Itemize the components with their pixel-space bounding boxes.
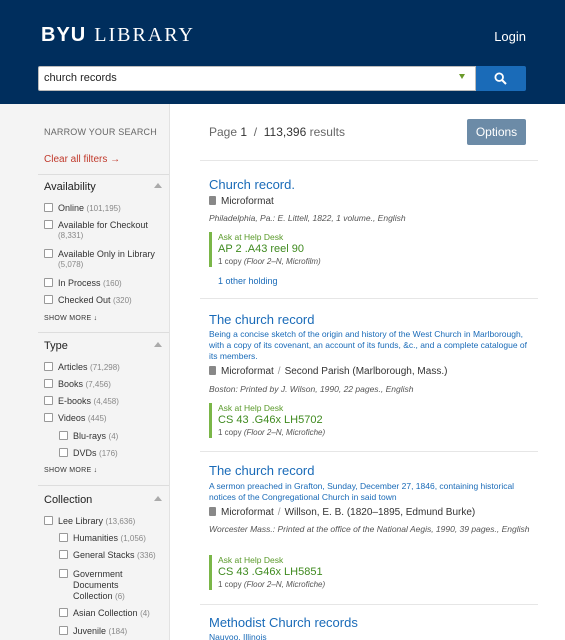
show-more-availability[interactable]: SHOW MORE ↓ <box>44 315 97 322</box>
checkbox[interactable] <box>44 379 53 388</box>
checkbox[interactable] <box>44 220 53 229</box>
divider <box>38 485 169 486</box>
logo-byu: BYU <box>41 24 87 46</box>
result-publication: Worcester Mass.: Printed at the office o… <box>209 524 530 534</box>
collection-heading[interactable]: Collection <box>44 494 92 506</box>
filter-general-stacks[interactable]: General Stacks (336) <box>59 550 156 560</box>
search-scope-dropdown-icon[interactable] <box>459 74 465 79</box>
divider <box>200 160 538 161</box>
checkbox[interactable] <box>59 550 68 559</box>
type-heading[interactable]: Type <box>44 340 68 352</box>
document-icon <box>209 507 216 516</box>
filter-checked-out[interactable]: Checked Out (320) <box>44 295 132 305</box>
ask-help-desk: Ask at Help Desk <box>218 232 284 242</box>
result-title[interactable]: The church record <box>209 312 315 327</box>
byu-library-logo[interactable]: BYU LIBRARY <box>41 24 195 47</box>
checkbox[interactable] <box>44 203 53 212</box>
result-subtitle[interactable]: Nauvoo, Illinois <box>209 632 534 640</box>
result-subtitle[interactable]: A sermon preached in Grafton, Sunday, De… <box>209 481 534 503</box>
copy-location: 1 copy (Floor 2–N, Microfilm) <box>218 257 321 266</box>
checkbox[interactable] <box>59 431 68 440</box>
filter-blurays[interactable]: Blu-rays (4) <box>59 431 118 441</box>
checkbox[interactable] <box>44 516 53 525</box>
options-button[interactable]: Options <box>467 119 526 145</box>
holding-info: Ask at Help Desk AP 2 .A43 reel 90 1 cop… <box>209 232 409 267</box>
holding-info: Ask at Help Desk CS 43 .G46x LH5702 1 co… <box>209 403 409 438</box>
checkbox[interactable] <box>44 295 53 304</box>
result-title[interactable]: The church record <box>209 463 315 478</box>
ask-help-desk: Ask at Help Desk <box>218 403 284 413</box>
checkbox[interactable] <box>44 362 53 371</box>
holding-info: Ask at Help Desk CS 43 .G46x LH5851 1 co… <box>209 555 409 590</box>
filter-juvenile[interactable]: Juvenile (184) <box>59 626 127 636</box>
filter-dvds[interactable]: DVDs (176) <box>59 448 118 458</box>
checkbox[interactable] <box>59 626 68 635</box>
clear-filters-link[interactable]: Clear all filters → <box>44 154 120 165</box>
other-holding-link[interactable]: 1 other holding <box>218 276 278 286</box>
document-icon <box>209 196 216 205</box>
checkbox[interactable] <box>59 608 68 617</box>
filter-books[interactable]: Books (7,456) <box>44 379 111 389</box>
copy-location: 1 copy (Floor 2–N, Microfiche) <box>218 428 326 437</box>
show-more-type[interactable]: SHOW MORE ↓ <box>44 467 97 474</box>
filter-available-library[interactable]: Available Only in Library (5,078) <box>44 249 155 271</box>
filter-videos[interactable]: Videos (445) <box>44 413 107 423</box>
checkbox[interactable] <box>44 396 53 405</box>
results-count: Page 1 / 113,396 results <box>209 125 345 139</box>
filter-ebooks[interactable]: E-books (4,458) <box>44 396 119 406</box>
checkbox[interactable] <box>59 448 68 457</box>
checkbox[interactable] <box>59 569 68 578</box>
search-input[interactable]: church records <box>38 66 476 91</box>
call-number: CS 43 .G46x LH5702 <box>218 414 323 426</box>
result-title[interactable]: Church record. <box>209 177 295 192</box>
result-publication: Philadelphia, Pa.: E. Littell, 1822, 1 v… <box>209 213 406 223</box>
filter-articles[interactable]: Articles (71,298) <box>44 362 120 372</box>
checkbox[interactable] <box>44 413 53 422</box>
call-number: CS 43 .G46x LH5851 <box>218 566 323 578</box>
copy-location: 1 copy (Floor 2–N, Microfiche) <box>218 580 326 589</box>
result-subtitle[interactable]: Being a concise sketch of the origin and… <box>209 329 534 362</box>
filter-humanities[interactable]: Humanities (1,056) <box>59 533 146 543</box>
result-format: Microformat / Willson, E. B. (1820–1895, E… <box>209 507 475 518</box>
checkbox[interactable] <box>59 533 68 542</box>
chevron-up-icon[interactable] <box>154 342 162 347</box>
divider <box>200 604 538 605</box>
result-publication: Boston: Printed by J. Wilson, 1990, 22 p… <box>209 384 414 394</box>
result-format: Microformat / Second Parish (Marlborough, … <box>209 366 447 377</box>
chevron-up-icon[interactable] <box>154 496 162 501</box>
checkbox[interactable] <box>44 249 53 258</box>
call-number: AP 2 .A43 reel 90 <box>218 243 305 255</box>
narrow-search-heading: NARROW YOUR SEARCH <box>44 127 157 137</box>
filter-government-documents[interactable]: Government Documents Collection (6) <box>59 569 125 603</box>
checkbox[interactable] <box>44 278 53 287</box>
filter-available-checkout[interactable]: Available for Checkout (8,331) <box>44 220 148 242</box>
chevron-up-icon[interactable] <box>154 183 162 188</box>
ask-help-desk: Ask at Help Desk <box>218 555 284 565</box>
divider <box>200 451 538 452</box>
availability-heading[interactable]: Availability <box>44 181 96 193</box>
filter-asian-collection[interactable]: Asian Collection (4) <box>59 608 150 618</box>
login-link[interactable]: Login <box>494 29 526 44</box>
divider <box>38 332 169 333</box>
search-button[interactable] <box>476 66 526 91</box>
result-format: Microformat <box>209 196 274 207</box>
divider <box>200 298 538 299</box>
divider <box>38 174 169 175</box>
filter-online[interactable]: Online (101,195) <box>44 203 121 213</box>
filter-lee-library[interactable]: Lee Library (13,636) <box>44 516 135 526</box>
logo-library: LIBRARY <box>94 24 195 46</box>
document-icon <box>209 366 216 375</box>
filter-in-process[interactable]: In Process (160) <box>44 278 122 288</box>
search-icon <box>494 72 507 85</box>
result-title[interactable]: Methodist Church records <box>209 615 358 630</box>
